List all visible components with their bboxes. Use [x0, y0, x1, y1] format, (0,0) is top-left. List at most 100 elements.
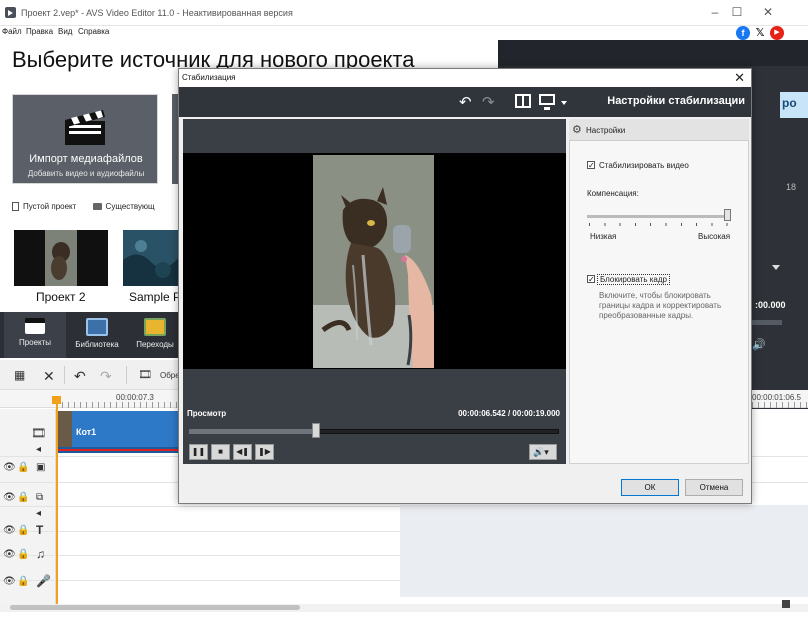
nav-transitions[interactable]: Переходы [130, 312, 180, 358]
minimize-button[interactable]: – [704, 4, 726, 20]
peek-button[interactable]: ро [780, 92, 808, 118]
lock-icon[interactable]: 🔒 [17, 549, 29, 560]
next-frame-button[interactable]: ❚▶ [255, 444, 274, 460]
import-title: Импорт медиафайлов [29, 153, 143, 165]
preview-time: 00:00:06.542 / 00:00:19.000 [458, 409, 560, 418]
high-label: Высокая [698, 232, 731, 241]
project-thumbnail-2[interactable] [123, 230, 180, 286]
cat-thumbnail-image [45, 230, 77, 286]
total-time: 00:00:19.000 [512, 409, 560, 418]
seek-progress [189, 429, 316, 434]
eye-icon[interactable]: 👁 [3, 549, 16, 560]
toolbar-divider [126, 366, 127, 384]
playhead[interactable] [56, 396, 58, 606]
lock-icon[interactable]: 🔒 [17, 492, 29, 503]
dialog-header: ↶ ↷ Настройки стабилизации [179, 87, 751, 117]
maximize-button[interactable]: ☐ [726, 4, 748, 20]
clip-waveform [58, 449, 188, 451]
project-thumbnail-1[interactable] [14, 230, 108, 286]
lock-icon[interactable]: 🔒 [17, 576, 29, 587]
nav-library[interactable]: Библиотека [70, 312, 124, 358]
music-track-icon: ♫ [36, 547, 45, 561]
compensation-label: Компенсация: [587, 189, 639, 198]
seek-handle[interactable] [312, 423, 320, 438]
empty-project-link[interactable]: Пустой проект [12, 202, 76, 211]
track-empty-region [400, 505, 808, 597]
nav-library-label: Библиотека [75, 340, 119, 349]
previous-frame-button[interactable]: ◀❚ [233, 444, 252, 460]
audio-mute-icon[interactable]: ◂ [36, 444, 41, 455]
ruler-time-1: 00:00:07.3 [116, 393, 154, 402]
preview-label: Просмотр [187, 409, 227, 418]
undo-icon[interactable]: ↶ [459, 93, 472, 111]
lock-icon[interactable]: 🔒 [17, 525, 29, 536]
clapperboard-icon [65, 110, 105, 145]
monitor-icon[interactable] [539, 94, 555, 110]
eye-icon[interactable]: 👁 [3, 492, 16, 503]
app-icon [5, 7, 16, 18]
eye-icon[interactable]: 👁 [3, 576, 16, 587]
audio-mute-icon[interactable]: ◂ [36, 508, 41, 519]
delete-icon[interactable]: ✕ [43, 368, 55, 385]
import-media-tile[interactable]: Импорт медиафайлов Добавить видео и ауди… [12, 94, 158, 184]
dialog-close-button[interactable]: ✕ [734, 70, 745, 86]
clip-thumbnail [58, 411, 72, 447]
volume-button[interactable]: 🔊▾ [529, 444, 557, 460]
menu-help[interactable]: Справка [78, 27, 109, 36]
trim-icon[interactable]: 🎞 [138, 368, 152, 381]
trim-label[interactable]: Обре [160, 371, 180, 380]
time-separator: / [507, 409, 511, 418]
menu-file[interactable]: Файл [2, 27, 22, 36]
split-view-icon[interactable] [515, 94, 531, 108]
chevron-down-icon[interactable] [772, 265, 780, 270]
toolbar-divider [64, 366, 65, 384]
eye-icon[interactable]: 👁 [3, 525, 16, 536]
youtube-icon[interactable]: ▶ [770, 26, 784, 40]
redo-icon[interactable]: ↷ [482, 93, 495, 111]
compensation-slider-handle[interactable] [724, 209, 731, 221]
main-preview-seekbar[interactable] [752, 320, 782, 325]
nav-transitions-label: Переходы [136, 340, 174, 349]
lock-icon[interactable]: 🔒 [17, 462, 29, 473]
clip-name: Кот1 [76, 427, 97, 437]
current-time: 00:00:06.542 [458, 409, 506, 418]
menu-bar: Файл Правка Вид Справка [0, 26, 808, 40]
undo-icon[interactable]: ↶ [74, 368, 86, 385]
gear-icon: ⚙ [572, 124, 582, 136]
menu-edit[interactable]: Правка [26, 27, 53, 36]
cancel-button[interactable]: Отмена [685, 479, 743, 496]
main-preview-header [498, 40, 808, 66]
redo-icon[interactable]: ↷ [100, 368, 112, 385]
slider-ticks [589, 223, 729, 226]
settings-header-label: Настройки [586, 126, 626, 135]
scroll-corner [782, 600, 790, 608]
nav-projects[interactable]: Проекты [4, 312, 66, 358]
existing-project-link[interactable]: Существующ [92, 202, 155, 211]
stabilize-label[interactable]: Стабилизировать видео [599, 161, 689, 170]
timeline-toolbar [0, 360, 180, 390]
lock-frame-checkbox[interactable]: ✓ [587, 275, 595, 284]
playhead-handle[interactable] [52, 396, 61, 404]
scrollbar-thumb[interactable] [10, 605, 300, 610]
dialog-title: Стабилизация [182, 73, 236, 82]
volume-icon[interactable]: 🔊 [752, 338, 766, 351]
x-icon[interactable]: 𝕏 [753, 26, 767, 40]
lock-frame-label[interactable]: Блокировать кадр [597, 274, 670, 285]
compensation-slider[interactable] [587, 215, 730, 218]
ok-button[interactable]: ОК [621, 479, 679, 496]
stabilize-checkbox[interactable]: ✓ [587, 161, 595, 170]
storyboard-icon[interactable]: ▦ [14, 368, 25, 382]
clapper-icon [25, 318, 45, 334]
close-window-button[interactable]: ✕ [757, 4, 779, 20]
facebook-icon[interactable]: f [736, 26, 750, 40]
window-titlebar: Проект 2.vep* - AVS Video Editor 11.0 - … [0, 0, 808, 26]
chevron-down-icon[interactable] [561, 101, 567, 105]
stop-button[interactable]: ■ [211, 444, 230, 460]
nav-projects-label: Проекты [18, 338, 52, 347]
ruler-time-2: 00:00:01:06.5 [752, 393, 801, 402]
eye-icon[interactable]: 👁 [3, 462, 16, 473]
window-title: Проект 2.vep* - AVS Video Editor 11.0 - … [21, 8, 293, 18]
pause-button[interactable]: ❚❚ [189, 444, 208, 460]
menu-view[interactable]: Вид [58, 27, 72, 36]
effects-track-icon: ▣ [36, 462, 46, 473]
